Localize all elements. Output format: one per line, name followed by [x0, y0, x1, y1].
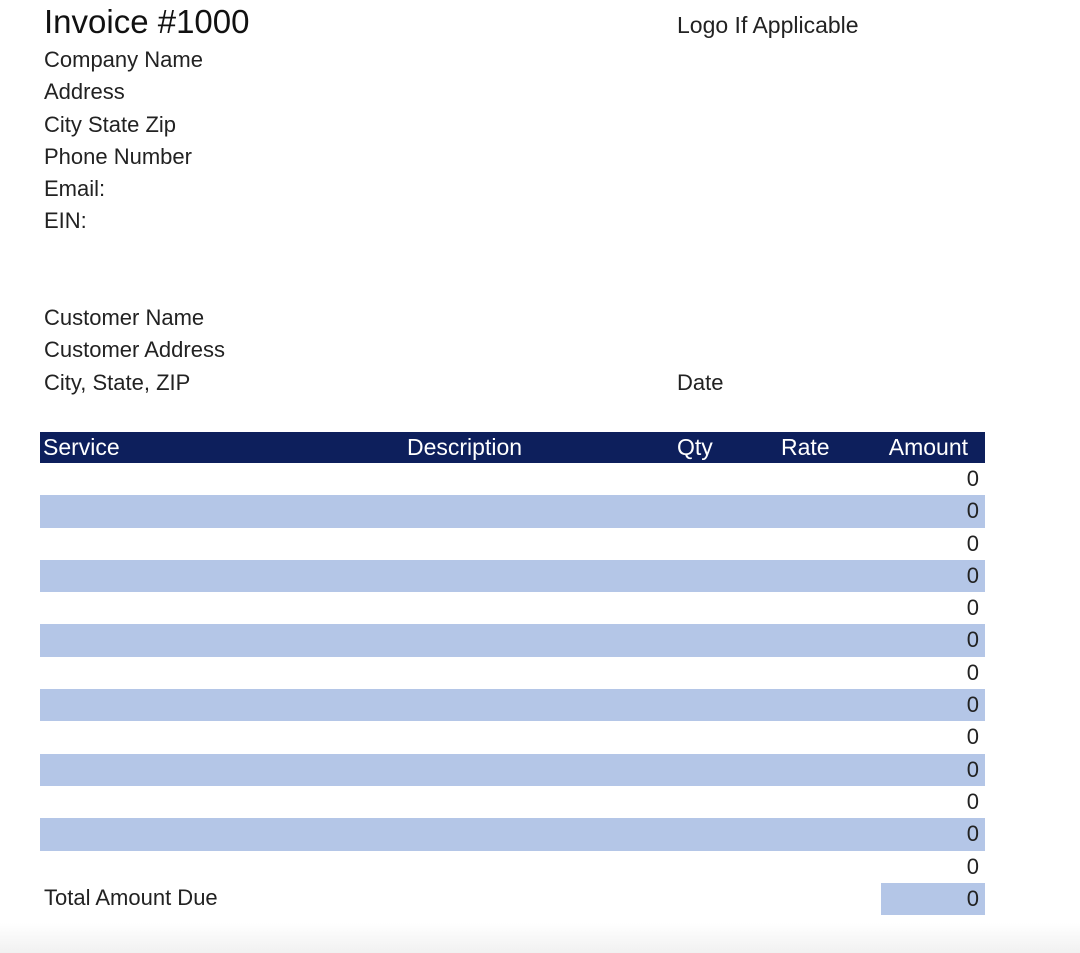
row-amount: 0: [966, 724, 979, 750]
table-row: 0: [40, 851, 985, 883]
row-amount: 0: [966, 627, 979, 653]
column-header-service: Service: [43, 434, 120, 460]
column-header-description: Description: [407, 434, 523, 460]
column-header-amount: Amount: [888, 434, 968, 460]
row-amount: 0: [966, 595, 979, 621]
company-ein: EIN:: [44, 208, 87, 233]
table-row: 0: [40, 786, 985, 818]
table-row: 0: [40, 753, 985, 786]
column-header-qty: Qty: [677, 434, 713, 460]
invoice-page: Invoice #1000 Logo If Applicable Company…: [0, 0, 1080, 953]
table-row: 0: [40, 528, 985, 560]
table-row: 0: [40, 495, 985, 528]
invoice-title: Invoice #1000: [44, 3, 250, 40]
company-address: Address: [44, 79, 125, 104]
company-name: Company Name: [44, 47, 203, 72]
customer-name: Customer Name: [44, 305, 205, 330]
row-amount: 0: [966, 853, 979, 879]
row-amount: 0: [966, 659, 979, 685]
customer-city-state-zip: City, State, ZIP: [44, 370, 191, 395]
logo-placeholder: Logo If Applicable: [677, 12, 859, 38]
customer-address: Customer Address: [44, 337, 225, 362]
table-header: Service Description Qty Rate Amount: [40, 432, 985, 463]
total-amount-value: 0: [966, 886, 979, 911]
row-amount: 0: [966, 692, 979, 718]
row-amount: 0: [966, 466, 979, 491]
line-items-table: Service Description Qty Rate Amount 0000…: [40, 432, 985, 883]
date-label: Date: [677, 370, 724, 395]
row-amount: 0: [966, 756, 979, 782]
table-row: 0: [40, 592, 985, 624]
table-row: 0: [40, 721, 985, 753]
table-row: 0: [40, 818, 985, 851]
company-phone: Phone Number: [44, 144, 192, 169]
column-header-rate: Rate: [781, 434, 830, 460]
company-email: Email:: [44, 176, 106, 201]
table-row: 0: [40, 559, 985, 593]
table-body: 0 0 0 0 0 0 0 0 0 0 0 0 0: [40, 463, 985, 883]
row-amount: 0: [966, 530, 979, 556]
company-city-state-zip: City State Zip: [44, 112, 177, 137]
table-row: 0: [40, 689, 985, 722]
row-amount: 0: [966, 788, 979, 814]
table-row: 0: [40, 463, 985, 495]
row-amount: 0: [966, 498, 979, 524]
table-row: 0: [40, 624, 985, 657]
page-bottom-edge: [0, 923, 1080, 953]
table-row: 0: [40, 657, 985, 689]
total-amount-cell: 0: [881, 883, 985, 915]
total-amount-label: Total Amount Due: [44, 885, 218, 910]
row-amount: 0: [966, 562, 979, 588]
row-amount: 0: [966, 821, 979, 847]
